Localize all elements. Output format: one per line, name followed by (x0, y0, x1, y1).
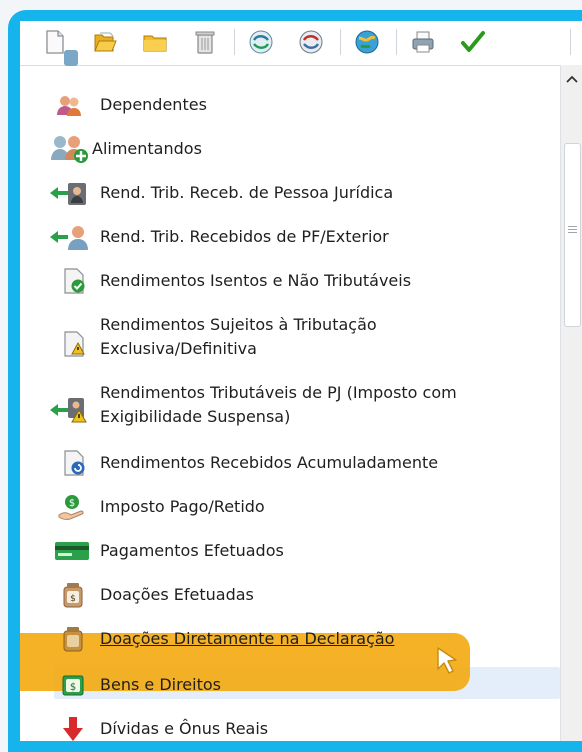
item-label: Doações Efetuadas (100, 585, 254, 604)
donations-icon: $ (58, 580, 88, 610)
list-item-selected[interactable]: Doações Diretamente na Declaração (20, 623, 540, 655)
trash-icon[interactable] (192, 29, 218, 55)
dependents-icon (54, 90, 84, 120)
list-item[interactable]: $ Bens e Direitos (20, 669, 540, 701)
list-item-clipped[interactable] (20, 50, 540, 71)
list-item[interactable]: Rend. Trib. Receb. de Pessoa Jurídica (20, 177, 540, 209)
item-label: Rend. Trib. Receb. de Pessoa Jurídica (100, 183, 394, 202)
item-label-line2: Exclusiva/Definitiva (100, 339, 257, 358)
list-item[interactable]: Dependentes (20, 89, 540, 121)
receive-icon[interactable] (298, 29, 324, 55)
list-item[interactable]: Rendimentos Isentos e Não Tributáveis (20, 265, 540, 297)
transmit-icon[interactable] (248, 29, 274, 55)
list-item[interactable]: Rend. Trib. Recebidos de PF/Exterior (20, 221, 540, 253)
toolbar-separator (570, 29, 571, 55)
item-label: Alimentandos (92, 139, 202, 158)
grip-icon (568, 226, 577, 233)
exempt-income-icon (60, 266, 90, 296)
item-label-line2: Exigibilidade Suspensa) (100, 407, 291, 426)
item-label: Dívidas e Ônus Reais (100, 719, 269, 738)
item-label: Dependentes (100, 95, 207, 114)
folder-icon[interactable] (142, 29, 168, 55)
list-item[interactable]: Pagamentos Efetuados (20, 535, 540, 567)
alimentandos-icon (50, 134, 90, 164)
income-pf-icon (48, 222, 90, 252)
item-label: Rendimentos Tributáveis de PJ (Imposto c… (100, 383, 457, 402)
svg-text:$: $ (70, 594, 76, 604)
person-icon (56, 45, 86, 75)
list-item[interactable]: Dívidas e Ônus Reais (20, 713, 540, 741)
payments-icon (54, 536, 90, 566)
debts-icon (58, 714, 88, 741)
mouse-cursor-icon (437, 647, 457, 674)
declaration-sections-list: Dependentes Alimentandos Rend. Trib. Rec… (20, 50, 560, 741)
list-item[interactable]: Rendimentos Recebidos Acumuladamente (20, 447, 540, 479)
svg-text:$: $ (70, 682, 76, 693)
item-label: Rendimentos Recebidos Acumuladamente (100, 453, 439, 472)
scroll-up-icon[interactable] (563, 71, 580, 87)
toolbar-separator (396, 29, 397, 55)
accumulated-income-icon (60, 448, 90, 478)
item-label: Pagamentos Efetuados (100, 541, 284, 560)
checkmark-icon[interactable] (460, 29, 486, 55)
scrollbar-thumb[interactable] (564, 143, 581, 327)
income-pj-icon (48, 178, 90, 208)
declaration-window: Dependentes Alimentandos Rend. Trib. Rec… (20, 21, 582, 741)
assets-icon: $ (58, 670, 88, 700)
tax-paid-icon: $ (56, 492, 86, 522)
list-item[interactable]: Rendimentos Tributáveis de PJ (Imposto c… (20, 379, 540, 431)
suspended-tax-icon (48, 395, 90, 425)
list-item[interactable]: $ Imposto Pago/Retido (20, 491, 540, 523)
list-item[interactable]: $ Doações Efetuadas (20, 579, 540, 611)
exclusive-tax-icon (60, 329, 90, 359)
globe-icon[interactable] (354, 29, 380, 55)
direct-donations-icon (58, 624, 88, 654)
list-item[interactable]: Alimentandos (20, 133, 540, 165)
item-label: Rend. Trib. Recebidos de PF/Exterior (100, 227, 389, 246)
item-label: Doações Diretamente na Declaração (100, 629, 395, 648)
open-folder-icon[interactable] (92, 29, 118, 55)
item-label: Rendimentos Sujeitos à Tributação (100, 315, 377, 334)
item-label: Imposto Pago/Retido (100, 497, 265, 516)
toolbar-separator (234, 29, 235, 55)
item-label: Rendimentos Isentos e Não Tributáveis (100, 271, 412, 290)
item-label: Bens e Direitos (100, 675, 221, 694)
print-icon[interactable] (410, 29, 436, 55)
vertical-scrollbar[interactable] (560, 65, 582, 741)
toolbar-separator (340, 29, 341, 55)
svg-text:$: $ (69, 498, 75, 509)
list-item[interactable]: Rendimentos Sujeitos à Tributação Exclus… (20, 311, 540, 363)
